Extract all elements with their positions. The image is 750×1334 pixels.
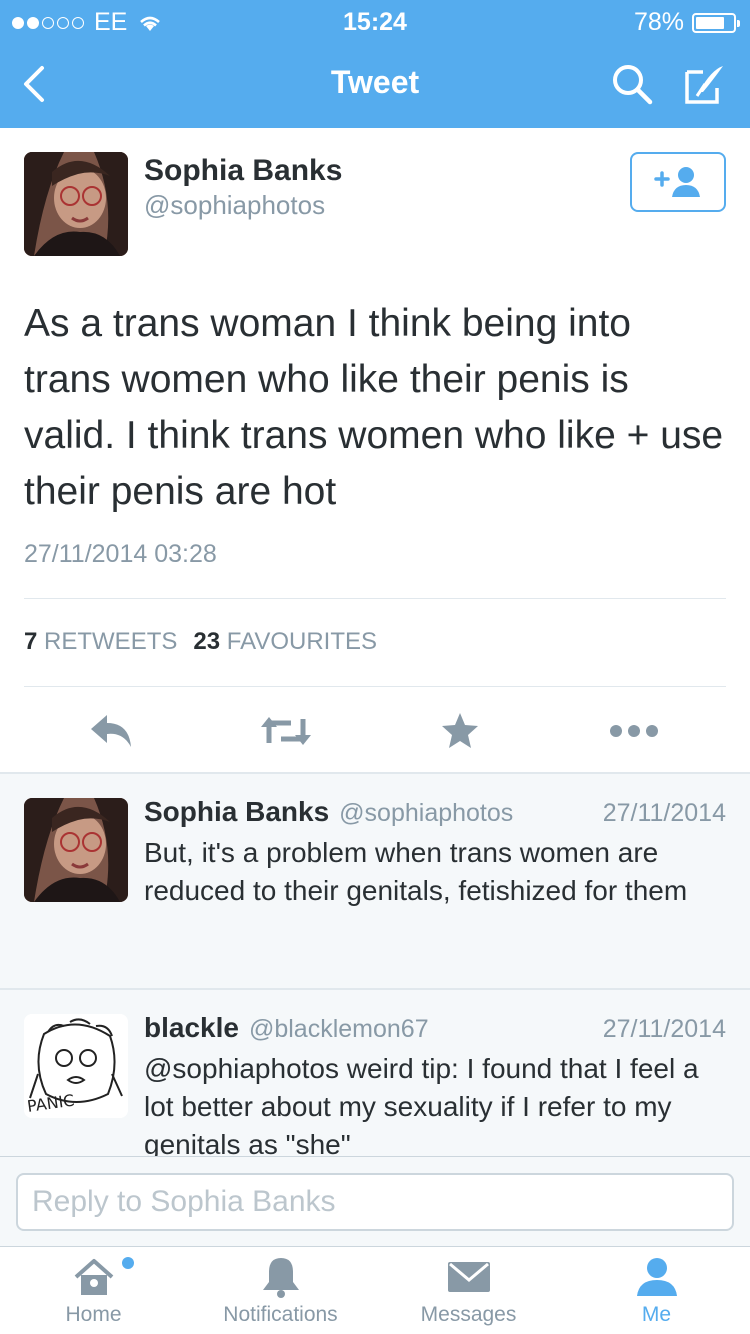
battery-status: 78% [633,8,740,37]
reply-icon [91,715,131,747]
avatar[interactable] [24,152,128,256]
person-icon [636,1258,677,1296]
more-dots-icon [610,725,658,737]
tab-notifications[interactable]: Notifications [187,1247,374,1334]
compose-button[interactable] [680,60,728,108]
reply-composer [0,1156,750,1246]
envelope-icon [447,1262,490,1292]
favourites-label: FAVOURITES [226,628,377,655]
reply-date: 27/11/2014 [602,799,726,827]
tweet-actions [0,688,750,774]
main-tweet: Sophia Banks @sophiaphotos As a trans wo… [0,128,750,774]
reply-tweet[interactable]: PANIC blackle @blacklemon67 27/11/2014 @… [0,990,750,1160]
author-name[interactable]: Sophia Banks [144,154,342,188]
reply-text: @sophiaphotos weird tip: I found that I … [144,1053,699,1160]
reply-header: Sophia Banks @sophiaphotos 27/11/2014 [144,796,726,828]
battery-icon [692,12,740,33]
retweet-icon [261,717,311,745]
battery-percent: 78% [633,8,684,36]
tweet-timestamp: 27/11/2014 03:28 [24,540,217,568]
follow-button[interactable] [630,152,726,212]
favourite-button[interactable] [430,706,490,756]
divider [24,686,726,687]
tab-bar: Home Notifications Messages Me [0,1246,750,1334]
reply-input[interactable] [16,1173,734,1231]
tab-me[interactable]: Me [563,1247,750,1334]
tweet-stats: 7 RETWEETS 23 FAVOURITES [24,628,377,656]
search-button[interactable] [608,60,656,108]
reply-author-handle[interactable]: @blacklemon67 [249,1015,429,1044]
nav-bar: Tweet [0,40,750,128]
header: EE 15:24 78% Tweet [0,0,750,128]
retweets-stat[interactable]: 7 RETWEETS [24,628,177,656]
favourites-stat[interactable]: 23 FAVOURITES [193,628,377,656]
bell-icon [262,1258,299,1298]
tab-label: Home [65,1303,122,1326]
avatar[interactable] [24,798,128,902]
reply-text: But, it's a problem when trans women are… [144,837,688,906]
retweets-label: RETWEETS [44,628,178,655]
star-icon [442,713,478,748]
reply-button[interactable] [82,706,142,756]
reply-author-name[interactable]: Sophia Banks [144,796,329,828]
avatar[interactable]: PANIC [24,1014,128,1118]
favourites-count: 23 [193,628,221,655]
reply-header: blackle @blacklemon67 27/11/2014 [144,1012,726,1044]
retweet-button[interactable] [256,706,316,756]
reply-author-name[interactable]: blackle [144,1012,239,1044]
add-user-icon [654,167,700,197]
tweet-text: As a trans woman I think being into tran… [24,302,724,513]
reply-author-handle[interactable]: @sophiaphotos [339,799,513,828]
author-handle[interactable]: @sophiaphotos [144,190,325,221]
more-button[interactable] [604,706,664,756]
search-icon [613,65,653,105]
retweets-count: 7 [24,628,38,655]
notification-dot [122,1257,134,1269]
tab-home[interactable]: Home [0,1247,187,1334]
tab-label: Messages [420,1303,517,1326]
home-icon [74,1259,113,1295]
tab-label: Notifications [223,1303,338,1326]
status-bar: EE 15:24 78% [0,0,750,40]
tab-label: Me [641,1303,672,1326]
reply-date: 27/11/2014 [602,1015,726,1043]
reply-tweet[interactable]: Sophia Banks @sophiaphotos 27/11/2014 Bu… [0,774,750,990]
tab-messages[interactable]: Messages [375,1247,562,1334]
compose-tweet-icon [685,66,723,104]
divider [24,598,726,599]
